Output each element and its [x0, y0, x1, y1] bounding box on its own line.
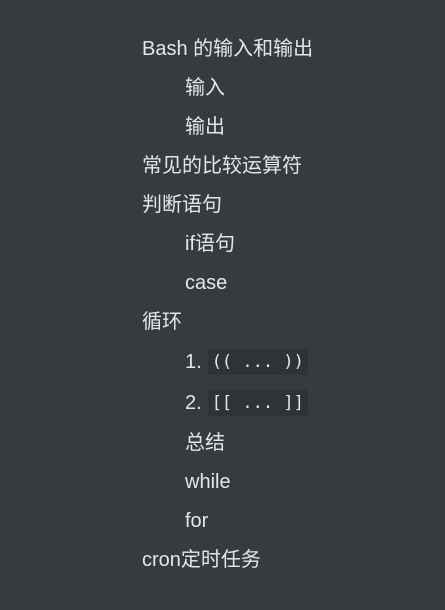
- toc-item-input[interactable]: 输入: [185, 74, 225, 102]
- toc-item-case[interactable]: case: [185, 269, 227, 297]
- toc-item-for[interactable]: for: [185, 507, 208, 535]
- toc-item-cron[interactable]: cron定时任务: [142, 546, 261, 574]
- toc-item-label: if语句: [185, 233, 235, 255]
- toc-item-label: 常见的比较运算符: [142, 155, 302, 177]
- toc-item-double-paren[interactable]: 1.(( ... )): [185, 348, 308, 376]
- toc-item-summary[interactable]: 总结: [185, 429, 225, 457]
- toc-item-while[interactable]: while: [185, 468, 231, 496]
- toc-item-double-bracket[interactable]: 2.[[ ... ]]: [185, 389, 308, 417]
- toc-item-loops[interactable]: 循环: [142, 308, 182, 336]
- toc-item-if-statement[interactable]: if语句: [185, 230, 235, 258]
- toc-item-output[interactable]: 输出: [185, 113, 225, 141]
- toc-item-comparison-operators[interactable]: 常见的比较运算符: [142, 152, 302, 180]
- toc-item-number: 2.: [185, 392, 202, 414]
- toc-item-label: 输入: [185, 77, 225, 99]
- inline-code: [[ ... ]]: [207, 390, 308, 416]
- toc-item-label: 总结: [185, 432, 225, 454]
- toc-item-label: for: [185, 510, 209, 532]
- toc-item-label: while: [185, 471, 231, 493]
- table-of-contents: Bash 的输入和输出 输入 输出 常见的比较运算符 判断语句 if语句 cas…: [0, 0, 445, 610]
- toc-item-number: 1.: [185, 351, 202, 373]
- toc-item-label: 输出: [185, 116, 225, 138]
- toc-item-conditionals[interactable]: 判断语句: [142, 191, 222, 219]
- toc-item-bash-io[interactable]: Bash 的输入和输出: [142, 35, 313, 63]
- toc-item-label: 循环: [142, 311, 182, 333]
- toc-item-label: cron定时任务: [142, 549, 261, 571]
- toc-item-label: Bash 的输入和输出: [142, 38, 314, 60]
- inline-code: (( ... )): [207, 349, 308, 375]
- toc-item-label: 判断语句: [142, 194, 222, 216]
- toc-item-label: case: [185, 272, 228, 294]
